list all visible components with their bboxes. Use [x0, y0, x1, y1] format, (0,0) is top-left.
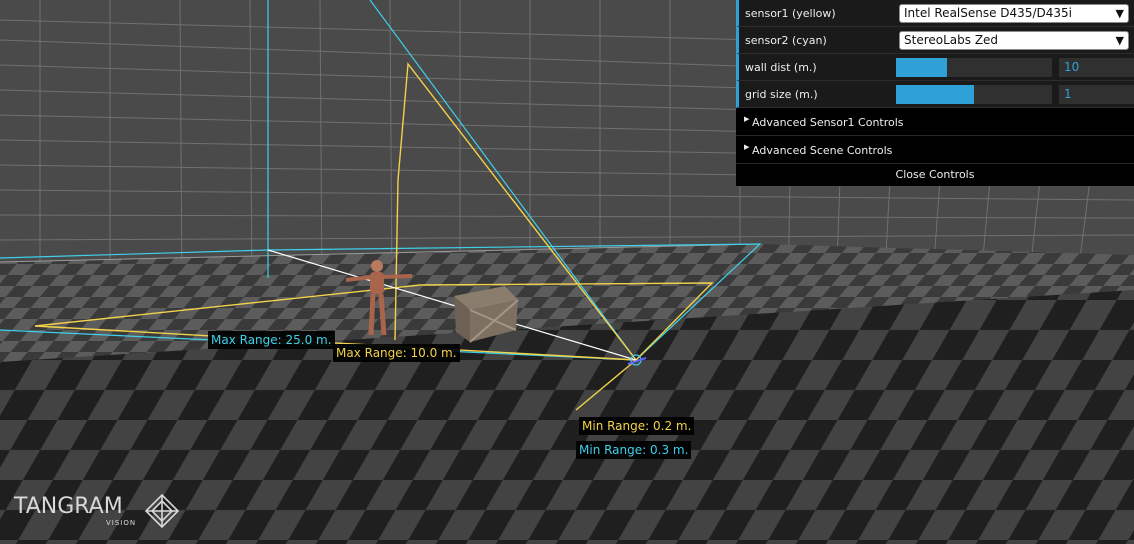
sensor2-value: StereoLabs Zed — [904, 33, 999, 47]
folder-title: Advanced Sensor1 Controls — [752, 116, 904, 129]
wall-dist-label: wall dist (m.) — [745, 61, 817, 74]
yellow-min-range-label: Min Range: 0.2 m. — [579, 417, 695, 435]
caret-right-icon: ▶ — [744, 143, 750, 151]
chevron-down-icon: ▼ — [1115, 34, 1124, 47]
wall-dist-input[interactable]: 10 — [1059, 58, 1134, 77]
cyan-max-range-label: Max Range: 25.0 m. — [208, 331, 335, 349]
controls-panel: sensor1 (yellow) Intel RealSense D435/D4… — [736, 0, 1134, 186]
close-controls-button[interactable]: Close Controls — [736, 164, 1134, 186]
sensor1-select[interactable]: Intel RealSense D435/D435i ▼ — [899, 4, 1129, 23]
chevron-down-icon: ▼ — [1115, 7, 1124, 20]
grid-size-row: grid size (m.) 1 — [736, 81, 1134, 108]
wall-dist-slider-fill — [896, 58, 948, 77]
caret-right-icon: ▶ — [744, 115, 750, 123]
logo-sub: VISION — [106, 519, 137, 527]
grid-size-slider[interactable] — [896, 85, 1052, 104]
sensor1-row: sensor1 (yellow) Intel RealSense D435/D4… — [736, 0, 1134, 27]
grid-size-input[interactable]: 1 — [1059, 85, 1134, 104]
wall-dist-slider[interactable] — [896, 58, 1052, 77]
sensor1-value: Intel RealSense D435/D435i — [904, 6, 1072, 20]
yellow-max-range-label: Max Range: 10.0 m. — [333, 344, 460, 362]
sensor1-label: sensor1 (yellow) — [745, 7, 836, 20]
logo-word: TANGRAM — [14, 494, 123, 519]
sensor2-label: sensor2 (cyan) — [745, 34, 827, 47]
tangram-diamond-icon — [144, 493, 180, 529]
cyan-min-range-label: Min Range: 0.3 m. — [576, 441, 692, 459]
sensor2-row: sensor2 (cyan) StereoLabs Zed ▼ — [736, 27, 1134, 54]
grid-size-label: grid size (m.) — [745, 88, 818, 101]
advanced-sensor1-folder[interactable]: ▶ Advanced Sensor1 Controls — [736, 108, 1134, 136]
folder-title: Advanced Scene Controls — [752, 144, 893, 157]
wall-dist-row: wall dist (m.) 10 — [736, 54, 1134, 81]
grid-size-slider-fill — [896, 85, 974, 104]
advanced-scene-folder[interactable]: ▶ Advanced Scene Controls — [736, 136, 1134, 164]
sensor2-select[interactable]: StereoLabs Zed ▼ — [899, 31, 1129, 50]
